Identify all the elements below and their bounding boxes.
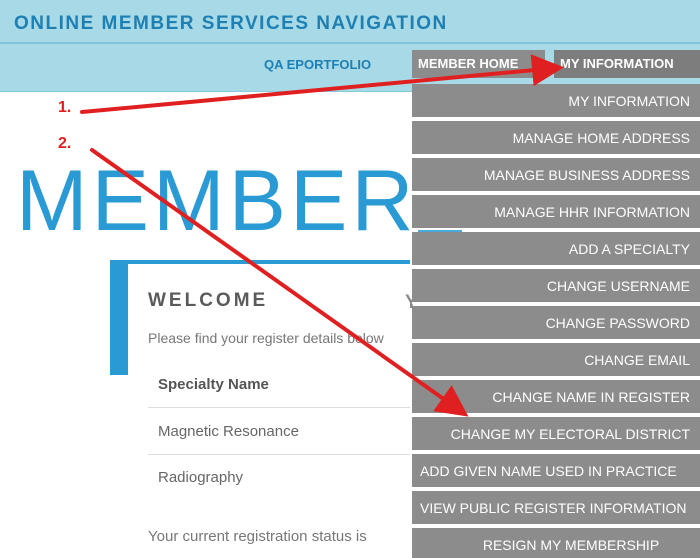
annotation-arrow-2 [90, 148, 469, 417]
annotation-arrows [80, 54, 564, 417]
annotation-arrow-1 [80, 54, 564, 114]
